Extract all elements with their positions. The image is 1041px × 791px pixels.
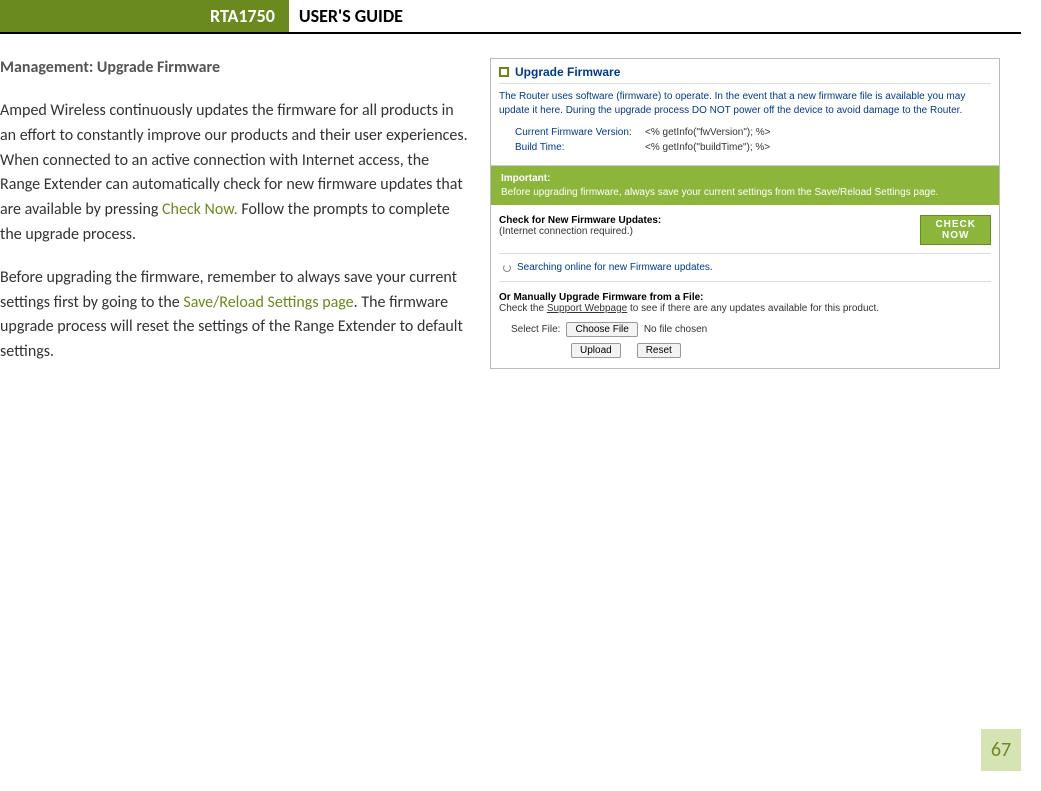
no-file-text: No file chosen [644,324,707,335]
reset-button[interactable]: Reset [637,343,681,358]
searching-text: Searching online for new Firmware update… [517,262,713,273]
text-column: Management: Upgrade Firmware Amped Wirel… [0,58,490,383]
product-badge: RTA1750 [200,0,289,32]
manual-sub-post: to see if there are any updates availabl… [627,303,879,314]
panel-title-row: Upgrade Firmware [499,65,991,84]
check-now-button[interactable]: CHECK NOW [920,215,991,245]
build-time-value: <% getInfo("buildTime"); %> [645,142,770,153]
check-btn-l2: NOW [935,230,976,241]
paragraph-2: Before upgrading the firmware, remember … [0,266,470,365]
fw-version-value: <% getInfo("fwVersion"); %> [645,127,771,138]
check-now-link[interactable]: Check Now. [162,200,238,219]
important-notice: Important: Before upgrading firmware, al… [491,165,999,205]
spinner-icon [503,264,511,272]
section-title: Management: Upgrade Firmware [0,58,470,77]
paragraph-1: Amped Wireless continuously updates the … [0,99,470,248]
manual-sub: Check the Support Webpage to see if ther… [499,303,991,314]
select-file-row: Select File: Choose File No file chosen [499,322,991,337]
build-time-row: Build Time: <% getInfo("buildTime"); %> [515,142,991,153]
manual-sub-pre: Check the [499,303,547,314]
fw-version-label: Current Firmware Version: [515,127,645,138]
square-icon [499,67,509,77]
save-reload-link[interactable]: Save/Reload Settings page [183,293,353,312]
check-sub: (Internet connection required.) [499,226,633,237]
upgrade-firmware-panel: Upgrade Firmware The Router uses softwar… [490,58,1000,369]
upload-reset-row: Upload Reset [499,343,991,358]
check-text: Check for New Firmware Updates: (Interne… [499,215,661,237]
page-header: RTA1750 USER'S GUIDE [0,0,1021,34]
searching-row: Searching online for new Firmware update… [499,258,991,282]
check-updates-row: Check for New Firmware Updates: (Interne… [499,215,991,254]
manual-upgrade-section: Or Manually Upgrade Firmware from a File… [499,292,991,358]
check-btn-l1: CHECK [935,219,976,230]
doc-title: USER'S GUIDE [289,0,403,32]
important-head: Important: [501,172,989,186]
support-webpage-link[interactable]: Support Webpage [547,303,627,314]
header-stripe [0,0,200,32]
upload-button[interactable]: Upload [571,343,621,358]
important-body: Before upgrading firmware, always save y… [501,187,938,198]
page-number: 67 [981,729,1021,771]
check-head: Check for New Firmware Updates: [499,215,661,226]
panel-intro: The Router uses software (firmware) to o… [499,90,991,117]
content-area: Management: Upgrade Firmware Amped Wirel… [0,34,1041,383]
select-file-label: Select File: [511,324,560,335]
build-time-label: Build Time: [515,142,645,153]
firmware-info: Current Firmware Version: <% getInfo("fw… [499,127,991,153]
choose-file-button[interactable]: Choose File [566,322,637,337]
screenshot-column: Upgrade Firmware The Router uses softwar… [490,58,1020,383]
manual-head: Or Manually Upgrade Firmware from a File… [499,292,991,303]
panel-title: Upgrade Firmware [515,65,620,79]
fw-version-row: Current Firmware Version: <% getInfo("fw… [515,127,991,138]
